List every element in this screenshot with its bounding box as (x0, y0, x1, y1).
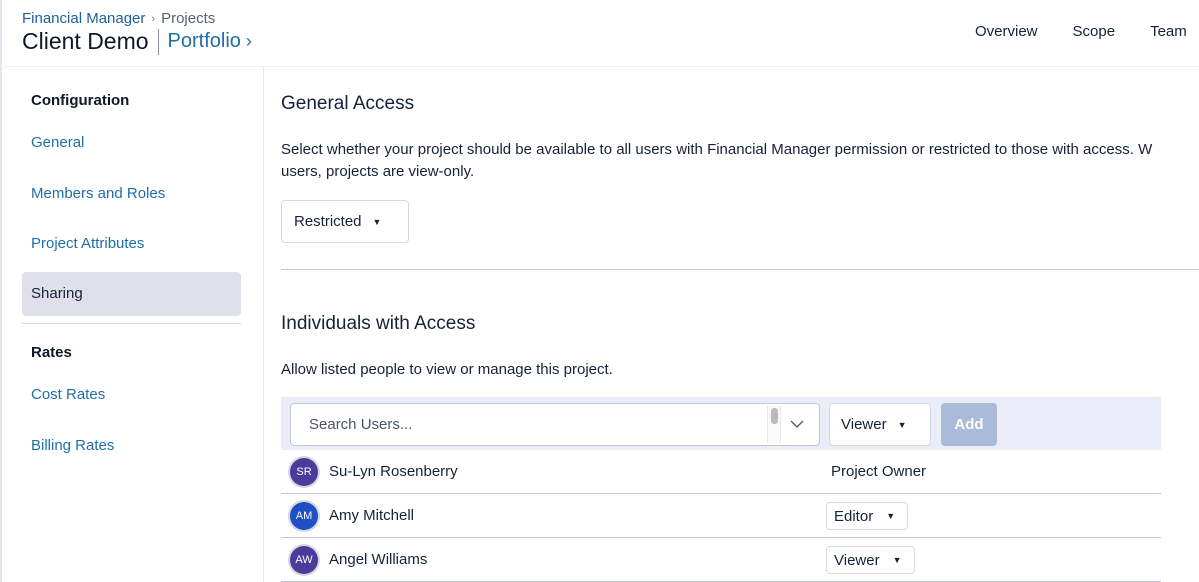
top-nav: Overview Scope Team (975, 23, 1199, 40)
sidebar-item-cost-rates[interactable]: Cost Rates (31, 386, 105, 403)
sidebar-heading-rates: Rates (31, 344, 72, 361)
general-access-description-line-1: Select whether your project should be av… (281, 141, 1153, 158)
sidebar-item-sharing-label: Sharing (31, 285, 83, 302)
avatar: AM (290, 502, 318, 530)
general-access-description-line-2: users, projects are view-only. (281, 163, 475, 180)
sidebar-item-members-and-roles[interactable]: Members and Roles (31, 185, 165, 202)
chevron-right-icon: › (245, 31, 252, 51)
member-name: Amy Mitchell (329, 507, 415, 524)
sidebar-divider (22, 323, 241, 324)
title-row: Client Demo Portfolio › (22, 28, 252, 55)
page-title: Client Demo (22, 28, 149, 54)
chevron-down-icon[interactable] (788, 415, 806, 433)
breadcrumb-financial-manager[interactable]: Financial Manager (22, 10, 145, 27)
nav-overview[interactable]: Overview (975, 23, 1038, 40)
search-users-combobox[interactable] (290, 403, 820, 446)
portfolio-link[interactable]: Portfolio › (168, 30, 252, 53)
member-name: Angel Williams (329, 551, 428, 568)
breadcrumb-projects[interactable]: Projects (161, 10, 215, 27)
individuals-title: Individuals with Access (281, 313, 476, 334)
sidebar-heading-configuration: Configuration (31, 92, 130, 109)
avatar: SR (290, 458, 318, 486)
portfolio-link-label: Portfolio (167, 30, 241, 52)
member-row: AW Angel Williams Viewer ▼ (281, 538, 1161, 582)
caret-down-icon: ▼ (886, 511, 896, 521)
sidebar-item-general[interactable]: General (31, 134, 84, 151)
avatar: AW (290, 546, 318, 574)
breadcrumb-separator-icon: › (151, 12, 156, 25)
member-role-label: Project Owner (831, 463, 927, 480)
member-role-value: Viewer (834, 551, 880, 569)
nav-team[interactable]: Team (1150, 23, 1187, 40)
member-name: Su-Lyn Rosenberry (329, 463, 458, 480)
caret-down-icon: ▼ (892, 555, 902, 565)
sidebar-item-sharing[interactable]: Sharing (22, 272, 241, 316)
section-divider (281, 269, 1199, 270)
search-scrollbar[interactable] (767, 406, 781, 443)
member-row: SR Su-Lyn Rosenberry Project Owner (281, 450, 1161, 494)
settings-sidebar: Configuration General Members and Roles … (2, 67, 264, 582)
caret-down-icon: ▼ (372, 216, 382, 227)
add-user-bar: Viewer ▼ Add (281, 397, 1161, 450)
nav-scope[interactable]: Scope (1073, 23, 1116, 40)
title-divider (157, 28, 159, 55)
caret-down-icon: ▼ (897, 419, 907, 430)
member-row: AM Amy Mitchell Editor ▼ (281, 494, 1161, 538)
breadcrumb: Financial Manager › Projects (22, 10, 215, 27)
general-access-select[interactable]: Restricted ▼ (281, 200, 409, 243)
general-access-title: General Access (281, 93, 415, 114)
member-role-value: Editor (834, 507, 874, 525)
individuals-description: Allow listed people to view or manage th… (281, 361, 613, 378)
sidebar-item-project-attributes[interactable]: Project Attributes (31, 235, 144, 252)
page-header: Financial Manager › Projects Client Demo… (0, 0, 1199, 67)
add-user-button[interactable]: Add (941, 403, 997, 446)
sidebar-item-billing-rates[interactable]: Billing Rates (31, 437, 114, 454)
member-role-select[interactable]: Viewer ▼ (826, 546, 915, 574)
general-access-selected-value: Restricted (294, 213, 362, 230)
member-role-select[interactable]: Editor ▼ (826, 502, 909, 530)
new-user-role-value: Viewer (841, 416, 887, 433)
new-user-role-select[interactable]: Viewer ▼ (829, 403, 931, 446)
search-users-input[interactable] (292, 405, 766, 444)
search-scrollbar-thumb[interactable] (771, 408, 778, 424)
